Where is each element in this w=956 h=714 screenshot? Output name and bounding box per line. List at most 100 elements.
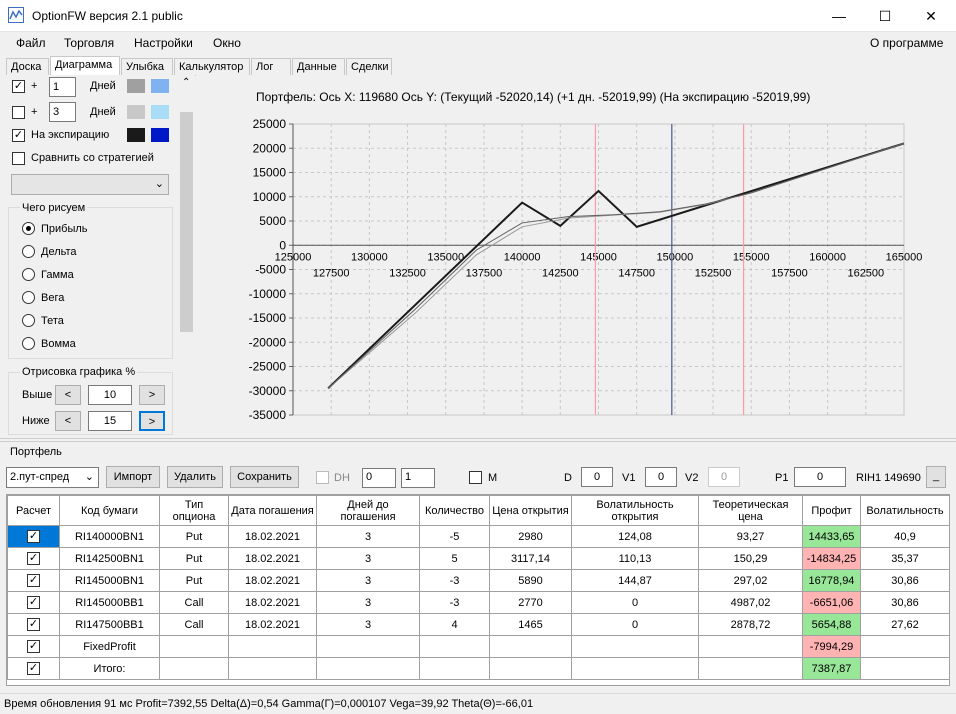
m-checkbox[interactable] — [469, 471, 482, 484]
menu-about[interactable]: О программе — [870, 36, 943, 50]
d-input[interactable]: 0 — [581, 467, 613, 487]
dh-spin-2[interactable]: 1 — [401, 468, 435, 488]
cell-type: Call — [159, 591, 229, 614]
row-calc-cell[interactable]: ✓ — [7, 613, 60, 636]
menu-window[interactable]: Окно — [213, 36, 241, 50]
cell-theo: 297,02 — [698, 569, 803, 592]
row-calc-checkbox[interactable]: ✓ — [27, 574, 40, 587]
cell-qty: -5 — [419, 525, 490, 548]
radio-gamma[interactable] — [22, 268, 35, 281]
scrollbar-thumb[interactable] — [180, 112, 193, 332]
tab-calculator[interactable]: Калькулятор — [174, 58, 250, 76]
row1-checkbox[interactable]: ✓ — [12, 80, 25, 93]
delete-button[interactable]: Удалить — [167, 466, 223, 488]
table-row[interactable]: ✓ FixedProfit -7994,29 — [7, 635, 950, 658]
minimize-panel-button[interactable]: _ — [926, 466, 946, 488]
radio-theta[interactable] — [22, 314, 35, 327]
below-increase-button[interactable]: > — [139, 411, 165, 431]
radio-delta[interactable] — [22, 245, 35, 258]
row2-color-swatch-1[interactable] — [127, 105, 145, 119]
row-calc-checkbox[interactable]: ✓ — [27, 662, 40, 675]
row1-days-input[interactable]: 1 — [49, 77, 76, 97]
expiration-checkbox[interactable]: ✓ — [12, 129, 25, 142]
tab-diagram[interactable]: Диаграмма — [50, 56, 120, 76]
save-button[interactable]: Сохранить — [230, 466, 299, 488]
tab-deals[interactable]: Сделки — [346, 58, 392, 76]
row1-color-swatch-2[interactable] — [151, 79, 169, 93]
row2-color-swatch-2[interactable] — [151, 105, 169, 119]
scroll-up-icon[interactable]: ⌃ — [182, 77, 190, 88]
maximize-button[interactable]: ☐ — [862, 0, 908, 32]
column-header[interactable]: Профит — [802, 495, 861, 526]
payoff-chart[interactable]: 25000 20000 15000 10000 5000 0 -5000 -10000 -150… — [196, 110, 956, 438]
v1-input[interactable]: 0 — [645, 467, 677, 487]
row-calc-cell[interactable]: ✓ — [7, 657, 60, 680]
p1-label: P1 — [775, 472, 789, 484]
cell-vol_open: 124,08 — [571, 525, 699, 548]
import-button[interactable]: Импорт — [106, 466, 160, 488]
above-value[interactable]: 10 — [88, 385, 132, 405]
y-tick-label: 20000 — [253, 141, 287, 155]
row-calc-checkbox[interactable]: ✓ — [27, 552, 40, 565]
cell-qty — [419, 635, 490, 658]
row-calc-checkbox[interactable]: ✓ — [27, 618, 40, 631]
menu-trade[interactable]: Торговля — [64, 36, 114, 50]
column-header[interactable]: Волатильность — [860, 495, 950, 526]
radio-profit-label: Прибыль — [41, 223, 88, 235]
tab-data[interactable]: Данные — [292, 58, 345, 76]
below-decrease-button[interactable]: < — [55, 411, 81, 431]
column-header[interactable]: Код бумаги — [59, 495, 160, 526]
strategy-select[interactable]: 2.пут-спред ⌄ — [6, 467, 99, 488]
row-calc-cell[interactable]: ✓ — [7, 525, 60, 548]
tab-board[interactable]: Доска — [6, 58, 49, 76]
row-calc-checkbox[interactable]: ✓ — [27, 596, 40, 609]
row-calc-cell[interactable]: ✓ — [7, 591, 60, 614]
column-header[interactable]: Расчет — [7, 495, 60, 526]
column-header[interactable]: Тип опциона — [159, 495, 229, 526]
close-button[interactable]: ✕ — [908, 0, 954, 32]
radio-vomma-label: Вомма — [41, 338, 76, 350]
menu-file[interactable]: Файл — [16, 36, 46, 50]
table-horizontal-scrollbar[interactable] — [6, 686, 950, 693]
tab-log[interactable]: Лог — [251, 58, 291, 76]
panel-splitter[interactable] — [0, 438, 956, 442]
table-row[interactable]: ✓ RI142500BN1 Put 18.02.2021 3 5 3117,14 110,13… — [7, 547, 950, 570]
row-calc-checkbox[interactable]: ✓ — [27, 530, 40, 543]
cell-days — [316, 657, 420, 680]
column-header[interactable]: Количество — [419, 495, 490, 526]
minimize-button[interactable]: — — [816, 0, 862, 32]
above-increase-button[interactable]: > — [139, 385, 165, 405]
column-header[interactable]: Теоретическая цена — [698, 495, 803, 526]
dh-checkbox[interactable] — [316, 471, 329, 484]
v2-input[interactable]: 0 — [708, 467, 740, 487]
dh-spin-1[interactable]: 0 — [362, 468, 396, 488]
compare-checkbox[interactable] — [12, 152, 25, 165]
p1-input[interactable]: 0 — [794, 467, 846, 487]
expiration-color-swatch-2[interactable] — [151, 128, 169, 142]
table-row[interactable]: ✓ RI147500BB1 Call 18.02.2021 3 4 1465 0 2878,72… — [7, 613, 950, 636]
table-row[interactable]: ✓ Итого: 7387,87 — [7, 657, 950, 680]
radio-vega[interactable] — [22, 291, 35, 304]
row1-color-swatch-1[interactable] — [127, 79, 145, 93]
radio-vomma[interactable] — [22, 337, 35, 350]
column-header[interactable]: Цена открытия — [489, 495, 572, 526]
row-calc-cell[interactable]: ✓ — [7, 635, 60, 658]
column-header[interactable]: Дней до погашения — [316, 495, 420, 526]
table-row[interactable]: ✓ RI145000BB1 Call 18.02.2021 3 -3 2770 0 4987,0… — [7, 591, 950, 614]
row-calc-checkbox[interactable]: ✓ — [27, 640, 40, 653]
menu-settings[interactable]: Настройки — [134, 36, 193, 50]
table-row[interactable]: ✓ RI140000BN1 Put 18.02.2021 3 -5 2980 124,08 93… — [7, 525, 950, 548]
row2-days-input[interactable]: 3 — [49, 102, 76, 122]
above-decrease-button[interactable]: < — [55, 385, 81, 405]
below-value[interactable]: 15 — [88, 411, 132, 431]
table-row[interactable]: ✓ RI145000BN1 Put 18.02.2021 3 -3 5890 144,87 29… — [7, 569, 950, 592]
column-header[interactable]: Дата погашения — [228, 495, 317, 526]
expiration-color-swatch-1[interactable] — [127, 128, 145, 142]
row-calc-cell[interactable]: ✓ — [7, 569, 60, 592]
strategy-compare-dropdown[interactable]: ⌄ — [11, 174, 169, 195]
row-calc-cell[interactable]: ✓ — [7, 547, 60, 570]
row2-checkbox[interactable] — [12, 106, 25, 119]
column-header[interactable]: Волатильность открытия — [571, 495, 699, 526]
radio-profit[interactable] — [22, 222, 35, 235]
tab-smile[interactable]: Улыбка — [121, 58, 173, 76]
